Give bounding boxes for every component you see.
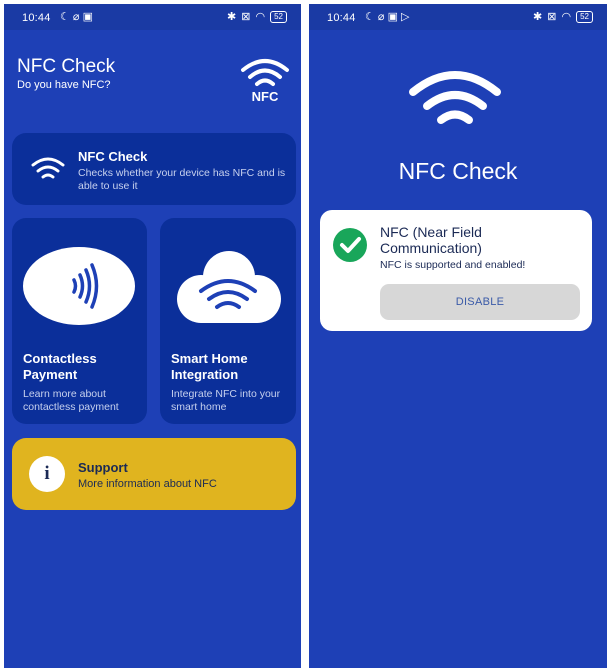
contactless-payment-card[interactable]: Contactless Payment Learn more about con… [12,218,147,424]
nfc-check-title: NFC Check [78,149,148,164]
support-description: More information about NFC [78,478,217,490]
bluetooth-icon: ✱ [227,11,237,23]
status-bar: 10:44 ☾ ⌀ ▣ ✱ ⊠ ◠ 52 [4,4,301,30]
home-screen: 10:44 ☾ ⌀ ▣ ✱ ⊠ ◠ 52 NFC Check Do you ha… [4,4,301,668]
wifi-waves-icon [30,155,66,186]
support-card[interactable]: i Support More information about NFC [12,438,296,510]
app-subtitle: Do you have NFC? [17,79,111,91]
nfc-logo-waves-icon [241,59,289,86]
nfc-waves-icon [409,71,501,124]
status-time: 10:44 [22,12,51,24]
nfc-check-card[interactable]: NFC Check Checks whether your device has… [12,133,296,205]
status-notification-icons: ☾ ⌀ ▣ ▷ [365,11,410,23]
nfc-logo-text: NFC [251,89,279,104]
disable-button[interactable]: DISABLE [380,284,580,320]
cloud-wifi-icon [177,251,281,323]
nfc-check-description: Checks whether your device has NFC and i… [78,167,286,192]
contactless-description: Learn more about contactless payment [23,388,119,413]
status-time: 10:44 [327,12,356,24]
battery-icon: 52 [576,10,593,23]
status-bar: 10:44 ☾ ⌀ ▣ ▷ ✱ ⊠ ◠ 52 [309,4,607,30]
nfc-check-screen: 10:44 ☾ ⌀ ▣ ▷ ✱ ⊠ ◠ 52 NFC Check NFC (Ne… [309,4,607,668]
contactless-icon [72,263,99,309]
status-right-icons: ✱ ⊠ ◠ 52 [227,10,287,23]
checkmark-icon [333,228,367,262]
nfc-status-message: NFC is supported and enabled! [380,259,526,271]
wifi-icon: ◠ [255,11,266,23]
smart-home-card[interactable]: Smart Home Integration Integrate NFC int… [160,218,296,424]
contactless-icon-background [23,247,135,325]
sim-icon: ⊠ [241,11,251,23]
status-right-icons: ✱ ⊠ ◠ 52 [533,10,593,23]
page-title: NFC Check [398,158,518,184]
status-notification-icons: ☾ ⌀ ▣ [60,11,93,23]
nfc-logo: NFC [239,56,291,106]
smart-home-description: Integrate NFC into your smart home [171,388,281,413]
smart-home-title: Smart Home Integration [171,351,248,382]
bluetooth-icon: ✱ [533,11,543,23]
nfc-status-title: NFC (Near Field Communication) [380,224,482,256]
contactless-title: Contactless Payment [23,351,97,382]
info-icon: i [29,456,65,492]
nfc-status-card: NFC (Near Field Communication) NFC is su… [320,210,592,331]
battery-icon: 52 [270,10,287,23]
sim-icon: ⊠ [547,11,557,23]
wifi-icon: ◠ [561,11,572,23]
app-title: NFC Check [17,56,116,77]
support-title: Support [78,460,128,475]
